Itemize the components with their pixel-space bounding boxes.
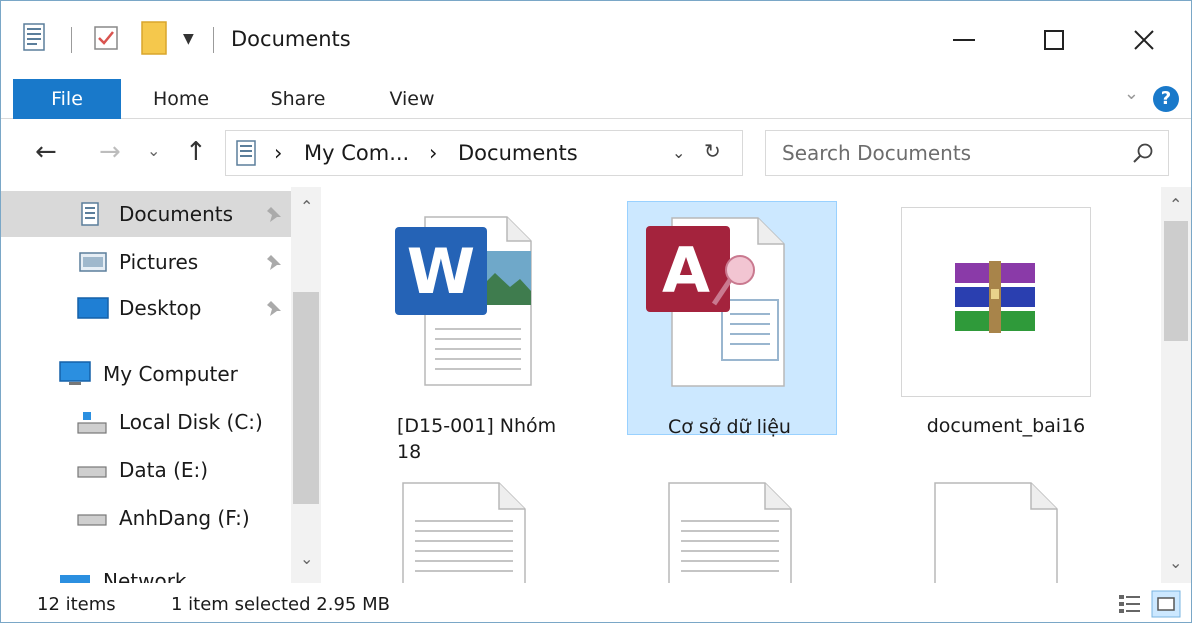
sidebar-item-label: Data (E:): [119, 458, 209, 482]
word-document-icon: W: [395, 216, 532, 386]
breadcrumb-separator: ›: [429, 141, 438, 165]
checkbox-icon[interactable]: [93, 25, 119, 51]
up-arrow-icon[interactable]: ↑: [185, 137, 207, 167]
scroll-down-arrow-icon[interactable]: ⌄: [300, 549, 313, 568]
new-folder-icon[interactable]: [141, 21, 167, 55]
file-list: W [D15-001] Nhóm 18 A Cơ sở dữ liệu docu…: [331, 187, 1161, 583]
svg-text:A: A: [662, 234, 710, 307]
search-icon[interactable]: [1132, 142, 1154, 164]
maximize-icon: [1044, 30, 1064, 50]
ribbon-tabs: File Home Share View ⌄ ?: [1, 79, 1191, 119]
back-arrow-icon[interactable]: ←: [35, 137, 57, 167]
documents-icon: [236, 140, 256, 166]
minimize-button[interactable]: [916, 1, 1012, 79]
blank-document-icon: [934, 482, 1058, 583]
pin-icon[interactable]: [265, 299, 283, 317]
recent-locations-icon[interactable]: ⌄: [147, 141, 160, 160]
maximize-button[interactable]: [1006, 1, 1102, 79]
search-input[interactable]: [782, 140, 1112, 166]
forward-arrow-icon[interactable]: →: [99, 137, 121, 167]
breadcrumb-documents[interactable]: Documents: [458, 141, 578, 165]
search-box[interactable]: [765, 130, 1169, 176]
sidebar-item-network[interactable]: Network: [1, 557, 291, 583]
tab-file[interactable]: File: [13, 79, 121, 119]
toolbar-separator: [71, 27, 72, 53]
selection-info: 1 item selected 2.95 MB: [171, 594, 390, 615]
access-database-icon: A: [646, 217, 785, 387]
title-bar: ▼ Documents: [1, 1, 1191, 79]
pictures-icon: [79, 252, 107, 272]
properties-icon[interactable]: [23, 23, 45, 51]
close-button[interactable]: [1096, 1, 1191, 79]
scroll-up-arrow-icon[interactable]: ⌃: [300, 197, 313, 216]
sidebar-item-desktop[interactable]: Desktop: [1, 285, 291, 331]
file-item-selected[interactable]: A Cơ sở dữ liệu: [627, 201, 837, 438]
pin-icon[interactable]: [265, 205, 283, 223]
content-scroll-thumb[interactable]: [1164, 221, 1188, 341]
sidebar-item-local-disk-c[interactable]: Local Disk (C:): [1, 399, 291, 445]
sidebar-item-my-computer[interactable]: My Computer: [1, 351, 291, 397]
drive-icon: [77, 514, 107, 526]
sidebar-item-label: Desktop: [119, 296, 202, 320]
address-dropdown-icon[interactable]: ⌄: [672, 143, 685, 162]
documents-icon: [81, 202, 99, 226]
title-separator: [213, 27, 214, 53]
navigation-bar: ← → ⌄ ↑ › My Com... › Documents ⌄ ↻: [1, 119, 1191, 187]
sidebar-item-label: Network: [103, 569, 187, 583]
text-document-icon: [668, 482, 792, 583]
breadcrumb-my-computer[interactable]: My Com...: [304, 141, 409, 165]
tab-share[interactable]: Share: [249, 79, 347, 119]
sidebar-scroll-thumb[interactable]: [293, 292, 319, 504]
svg-text:W: W: [407, 235, 475, 308]
pin-icon[interactable]: [265, 253, 283, 271]
refresh-icon[interactable]: ↻: [704, 139, 721, 163]
address-bar[interactable]: › My Com... › Documents ⌄ ↻: [225, 130, 743, 176]
item-count: 12 items: [37, 594, 116, 615]
desktop-icon: [77, 297, 109, 319]
scroll-up-arrow-icon[interactable]: ⌃: [1169, 195, 1182, 214]
file-item[interactable]: [627, 477, 837, 583]
scroll-down-arrow-icon[interactable]: ⌄: [1169, 553, 1182, 572]
tab-home[interactable]: Home: [133, 79, 229, 119]
large-icons-view-icon[interactable]: [1151, 590, 1181, 618]
winrar-archive-icon: [955, 261, 1035, 333]
drive-icon: [77, 466, 107, 478]
navigation-pane: Documents Pictures Desktop My Computer L…: [1, 187, 331, 583]
breadcrumb-separator: ›: [274, 141, 283, 165]
help-icon[interactable]: ?: [1153, 86, 1179, 112]
file-name: Cơ sở dữ liệu: [668, 416, 791, 438]
sidebar-item-label: AnhDang (F:): [119, 506, 250, 530]
close-icon: [1134, 30, 1154, 50]
status-bar: 12 items 1 item selected 2.95 MB: [1, 583, 1191, 622]
details-view-icon[interactable]: [1115, 590, 1145, 618]
file-item[interactable]: [901, 477, 1111, 583]
sidebar-item-data-e[interactable]: Data (E:): [1, 447, 291, 493]
text-document-icon: [402, 482, 526, 583]
file-item[interactable]: document_bai16: [901, 201, 1111, 437]
sidebar-item-pictures[interactable]: Pictures: [1, 239, 291, 285]
network-icon: [60, 575, 90, 583]
sidebar-item-documents[interactable]: Documents: [1, 191, 291, 237]
drive-icon: [77, 412, 107, 434]
minimize-icon: [953, 39, 975, 41]
file-name: document_bai16: [926, 415, 1086, 437]
file-name: [D15-001] Nhóm 18: [397, 415, 557, 463]
file-item[interactable]: W [D15-001] Nhóm 18: [353, 201, 563, 463]
window-title: Documents: [231, 27, 351, 51]
expand-ribbon-icon[interactable]: ⌄: [1124, 83, 1139, 104]
sidebar-item-label: My Computer: [103, 362, 238, 386]
sidebar-item-label: Documents: [119, 202, 234, 226]
customize-toolbar-icon[interactable]: ▼: [183, 31, 194, 47]
tab-view[interactable]: View: [367, 79, 457, 119]
computer-icon: [59, 361, 91, 385]
sidebar-item-anhdang-f[interactable]: AnhDang (F:): [1, 495, 291, 541]
file-item[interactable]: [353, 477, 563, 583]
file-explorer-window: ▼ Documents File Home Share View ⌄ ? ← →…: [0, 0, 1192, 623]
sidebar-item-label: Local Disk (C:): [119, 410, 263, 434]
sidebar-item-label: Pictures: [119, 250, 199, 274]
